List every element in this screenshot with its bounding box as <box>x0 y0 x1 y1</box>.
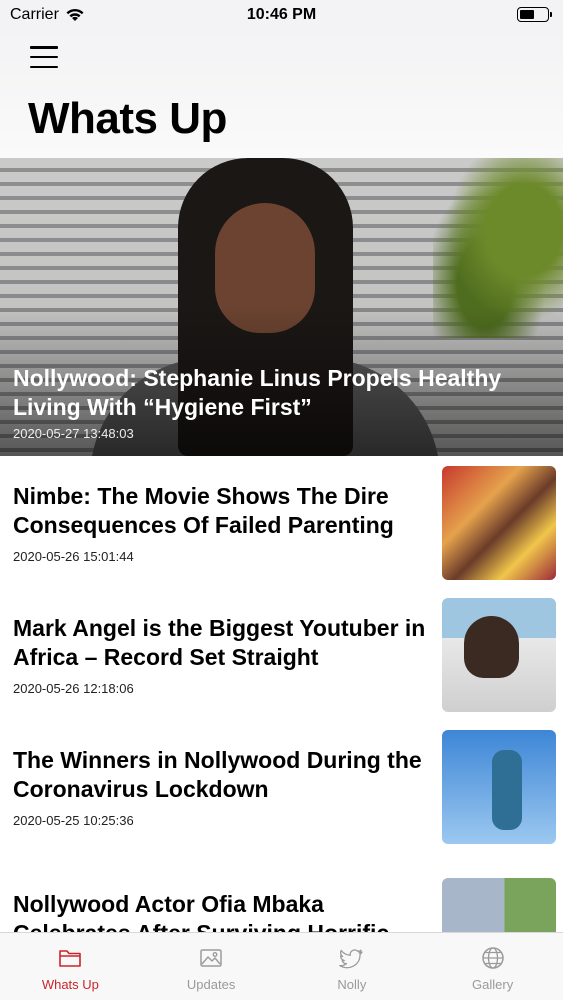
featured-article[interactable]: Nollywood: Stephanie Linus Propels Healt… <box>0 158 563 456</box>
news-thumbnail <box>442 466 556 580</box>
news-item[interactable]: Mark Angel is the Biggest Youtuber in Af… <box>0 588 563 720</box>
news-date: 2020-05-26 12:18:06 <box>13 681 134 696</box>
tab-gallery[interactable]: Gallery <box>422 933 563 1000</box>
news-title: Nimbe: The Movie Shows The Dire Conseque… <box>13 483 394 538</box>
page-title: Whats Up <box>28 94 227 143</box>
news-title: Mark Angel is the Biggest Youtuber in Af… <box>13 615 426 670</box>
tab-bar: Whats Up Updates Nolly Gallery <box>0 932 563 1000</box>
news-title: The Winners in Nollywood During the Coro… <box>13 747 422 802</box>
tab-label: Updates <box>186 977 236 992</box>
battery-icon <box>517 7 552 22</box>
featured-title: Nollywood: Stephanie Linus Propels Healt… <box>13 365 502 420</box>
news-date: 2020-05-25 10:25:36 <box>13 813 134 828</box>
nav-header: Whats Up <box>0 32 563 158</box>
featured-date: 2020-05-27 13:48:03 <box>13 426 134 441</box>
tab-label: Gallery <box>472 977 514 992</box>
folder-icon <box>59 950 82 967</box>
tab-updates[interactable]: Updates <box>141 933 282 1000</box>
globe-icon <box>481 947 504 969</box>
clock: 10:46 PM <box>246 6 317 23</box>
tab-whats-up[interactable]: Whats Up <box>0 933 141 1000</box>
image-icon <box>200 949 222 967</box>
news-thumbnail <box>442 598 556 712</box>
twitter-bird-icon <box>339 949 363 969</box>
news-thumbnail <box>442 730 556 844</box>
tab-label: Whats Up <box>41 977 99 992</box>
news-item[interactable]: The Winners in Nollywood During the Coro… <box>0 720 563 852</box>
tab-label: Nolly <box>337 977 367 992</box>
news-date: 2020-05-26 15:01:44 <box>13 549 134 564</box>
tab-nolly[interactable]: Nolly <box>282 933 423 1000</box>
hamburger-menu-icon[interactable] <box>30 46 58 68</box>
status-bar: Carrier 10:46 PM <box>0 0 563 32</box>
news-item[interactable]: Nimbe: The Movie Shows The Dire Conseque… <box>0 456 563 588</box>
